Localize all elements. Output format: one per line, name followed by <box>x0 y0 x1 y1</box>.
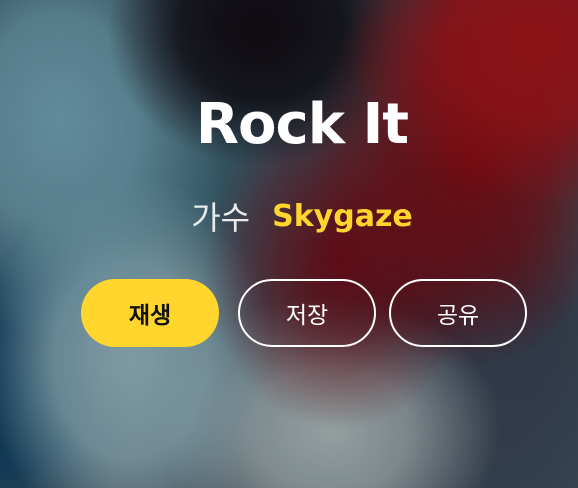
track-hero: Rock It 가수 Skygaze 재생 저장 공유 <box>0 0 578 488</box>
share-button[interactable]: 공유 <box>389 279 527 347</box>
track-title: Rock It <box>195 92 409 157</box>
track-info: Rock It 가수 Skygaze 재생 저장 공유 <box>0 0 578 488</box>
artist-label: 가수 <box>191 199 251 237</box>
artist-name-link[interactable]: Skygaze <box>272 199 413 234</box>
artist-row: 가수 Skygaze <box>0 193 578 239</box>
play-button[interactable]: 재생 <box>81 279 219 347</box>
save-button[interactable]: 저장 <box>238 279 376 347</box>
